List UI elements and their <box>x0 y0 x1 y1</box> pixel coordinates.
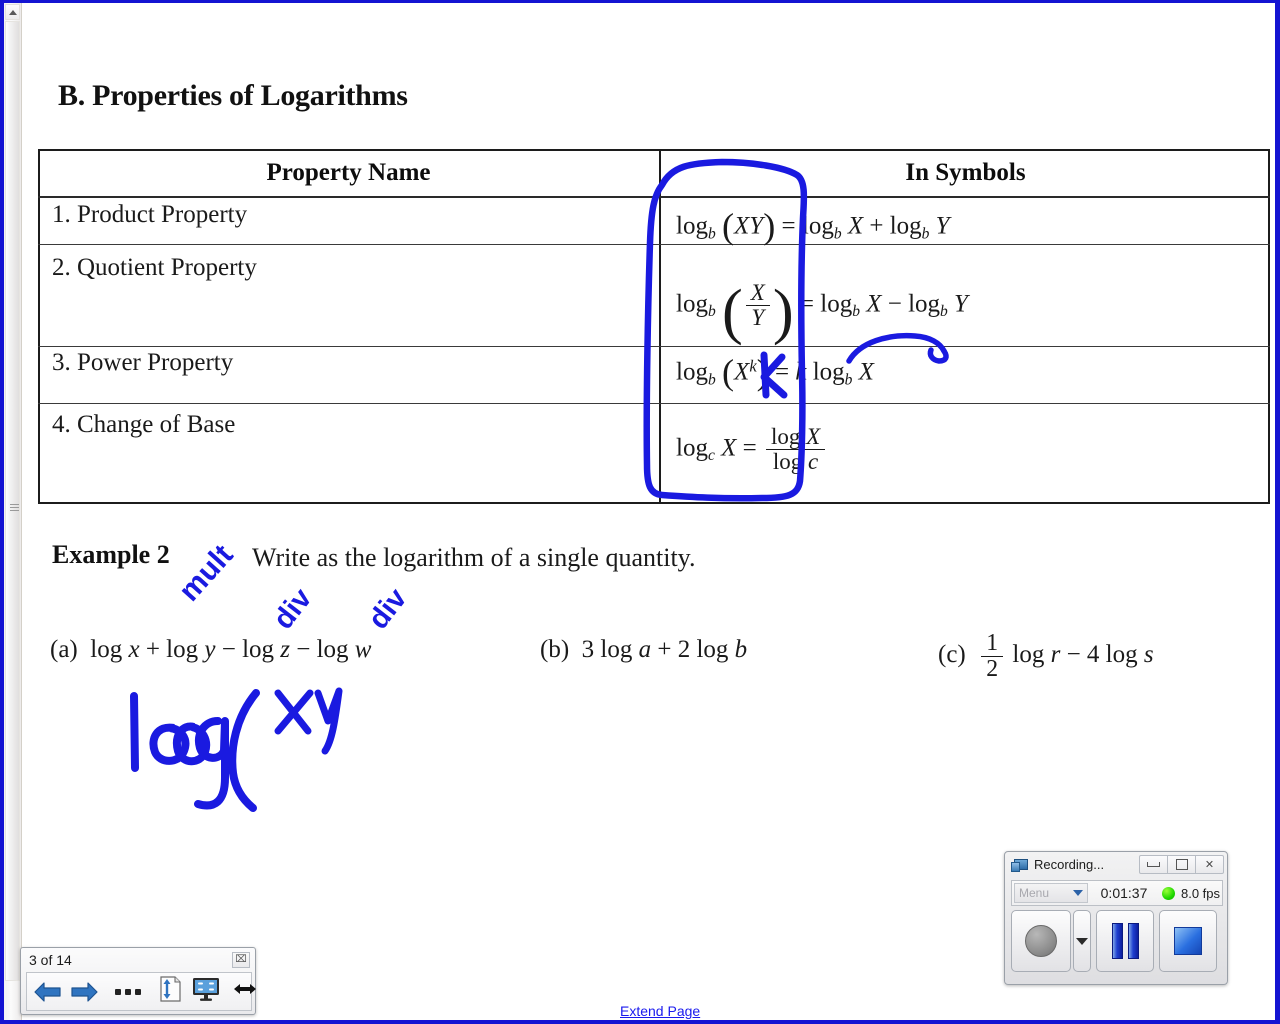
example-label: Example 2 <box>52 540 170 569</box>
properties-table: Property Name In Symbols 1. Product Prop… <box>38 149 1270 504</box>
application-window: B. Properties of Logarithms Property Nam… <box>0 0 1280 1024</box>
restore-button[interactable] <box>1167 855 1196 874</box>
ink-work-y <box>314 687 343 755</box>
svg-text:mult: mult <box>173 539 240 608</box>
svg-text:div: div <box>362 583 413 636</box>
minimize-icon <box>1147 862 1160 867</box>
menu-dropdown[interactable]: Menu <box>1014 883 1088 903</box>
ink-label-mult: mult <box>173 539 240 608</box>
example-instruction: Write as the logarithm of a single quant… <box>252 543 696 572</box>
page-title: B. Properties of Logarithms <box>58 79 408 112</box>
close-icon: ✕ <box>1204 859 1215 871</box>
recorder-status-bar: Menu 0:01:37 8.0 fps <box>1011 880 1223 906</box>
table-row-divider <box>38 346 1270 347</box>
part-tag: (a) <box>50 636 78 663</box>
elapsed-time: 0:01:37 <box>1100 885 1148 901</box>
ink-work-o <box>149 723 190 765</box>
pause-button[interactable] <box>1096 910 1154 972</box>
pause-icon <box>1111 923 1139 959</box>
chevron-down-icon <box>1076 937 1088 945</box>
record-options-button[interactable] <box>1073 910 1091 972</box>
table-header-divider <box>38 196 1270 198</box>
ink-work-x <box>274 689 314 735</box>
triangle-up-icon <box>9 10 17 15</box>
record-button[interactable] <box>1011 910 1071 972</box>
table-row-divider <box>38 244 1270 245</box>
ink-work-l <box>130 692 139 772</box>
recorder-title-text: Recording... <box>1034 857 1105 872</box>
close-button[interactable]: ✕ <box>1195 855 1224 874</box>
fit-page-icon <box>160 976 181 1002</box>
scroll-up-arrow-icon[interactable] <box>5 4 20 20</box>
formula-change-of-base: logc X = log Xlog c <box>676 424 828 474</box>
table-header-property-name: Property Name <box>266 159 431 186</box>
page-nav-toolbar <box>26 972 256 1011</box>
ink-work-paren <box>228 689 260 812</box>
extend-page-link[interactable]: Extend Page <box>620 1003 700 1019</box>
page-indicator: 3 of 14 <box>29 951 72 968</box>
ink-work-a <box>173 722 211 766</box>
part-tag: (b) <box>540 636 570 663</box>
chevron-down-icon <box>1073 890 1083 896</box>
page-nav-header: 3 of 14 ⌧ <box>21 948 255 971</box>
minimize-button[interactable] <box>1139 855 1168 874</box>
table-row-divider <box>38 403 1270 404</box>
formula-quotient-property: logb (X Y) = logb X − logb Y <box>676 276 968 346</box>
svg-text:div: div <box>267 583 318 636</box>
scrollbar-grip-icon <box>10 504 19 513</box>
stop-icon <box>1174 927 1202 955</box>
arrow-left-icon <box>34 981 61 1002</box>
ink-work-g <box>194 717 229 810</box>
camcorder-icon <box>1011 858 1028 872</box>
previous-page-button[interactable] <box>33 979 63 1005</box>
recorder-window[interactable]: Recording... ✕ Menu 0:01:37 8.0 fps <box>1004 851 1228 985</box>
record-icon <box>1025 925 1057 957</box>
restore-icon <box>1175 859 1188 870</box>
more-options-button[interactable] <box>115 988 141 995</box>
table-row: 1. Product Property <box>52 201 248 228</box>
table-row: 2. Quotient Property <box>52 254 257 281</box>
table-header-in-symbols: In Symbols <box>905 159 1026 186</box>
table-row: 3. Power Property <box>52 349 234 376</box>
dot-icon <box>135 988 141 995</box>
nav-close-button[interactable]: ⌧ <box>232 951 250 968</box>
dot-icon <box>125 988 131 995</box>
fps-label: 8.0 fps <box>1181 885 1221 901</box>
table-row: 4. Change of Base <box>52 411 236 438</box>
table-column-divider <box>659 149 661 504</box>
arrows-horizontal-icon <box>234 984 256 994</box>
dot-icon <box>115 988 121 995</box>
example-part-b: (b) 3 log a + 2 log b <box>540 636 748 663</box>
stop-button[interactable] <box>1159 910 1217 972</box>
fit-page-button[interactable] <box>157 975 183 1008</box>
menu-label: Menu <box>1019 886 1050 900</box>
example-part-a: (a) log x + log y − log z − log w <box>50 636 372 663</box>
page-nav-window[interactable]: 3 of 14 ⌧ <box>20 947 256 1015</box>
fit-width-button[interactable] <box>231 979 259 1004</box>
recorder-title-bar[interactable]: Recording... ✕ <box>1005 852 1227 877</box>
monitor-icon <box>193 978 219 1001</box>
formula-product-property: logb (XY) = logb X + logb Y <box>676 206 950 246</box>
part-tag: (c) <box>938 641 966 669</box>
recorder-controls <box>1011 910 1223 980</box>
window-buttons: ✕ <box>1139 855 1224 874</box>
presentation-mode-button[interactable] <box>191 976 221 1007</box>
next-page-button[interactable] <box>69 979 99 1005</box>
close-icon: ⌧ <box>235 954 247 965</box>
vertical-scrollbar[interactable] <box>4 3 22 1020</box>
scrollbar-thumb[interactable] <box>5 21 20 981</box>
arrow-right-icon <box>71 981 98 1002</box>
formula-power-property: logb (Xk) = k logb X <box>676 352 874 392</box>
recording-status-indicator <box>1162 886 1175 900</box>
ink-label-div-1: div <box>267 583 318 636</box>
ink-label-div-2: div <box>362 583 413 636</box>
example-part-c: (c) 12 log r − 4 log s <box>938 630 1154 682</box>
